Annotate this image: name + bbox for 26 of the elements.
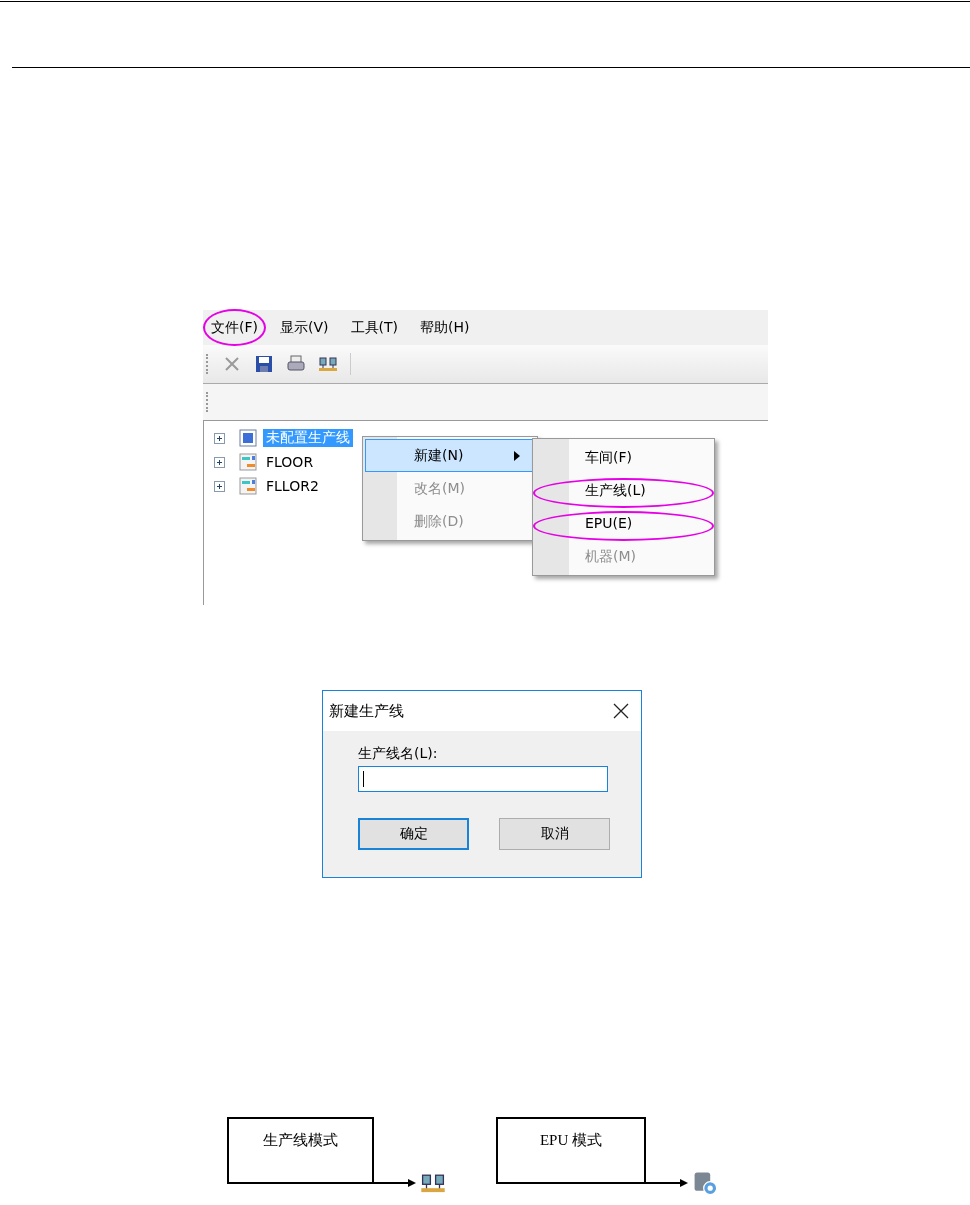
- dialog-button[interactable]: 取消: [499, 818, 610, 850]
- dialog-title: 新建生产线: [329, 701, 404, 721]
- menu-item[interactable]: 文件(F): [211, 318, 258, 337]
- square-icon: [239, 429, 257, 447]
- input-field[interactable]: [358, 766, 608, 792]
- save-icon[interactable]: [254, 354, 274, 374]
- menu-item[interactable]: 工具(T): [350, 318, 398, 337]
- expand-icon[interactable]: [214, 456, 225, 468]
- menu-item[interactable]: 车间(F): [533, 441, 714, 474]
- tree-item[interactable]: FLOOR: [263, 454, 317, 470]
- grid-icon: [239, 453, 257, 471]
- menu-item[interactable]: 显示(V): [280, 318, 329, 337]
- mode-label: 生产线模式: [263, 1131, 338, 1150]
- dialog-button[interactable]: 确定: [358, 818, 469, 850]
- print-icon[interactable]: [286, 354, 306, 374]
- mode-label: EPU 模式: [539, 1131, 603, 1150]
- machine-gear-icon: [692, 1170, 718, 1196]
- tree-item[interactable]: FLLOR2: [263, 478, 322, 494]
- field-label: 生产线名(L):: [358, 745, 439, 763]
- close-icon[interactable]: [613, 703, 629, 719]
- network-icon[interactable]: [318, 354, 338, 374]
- expand-icon[interactable]: [214, 432, 225, 444]
- menu-item[interactable]: 帮助(H): [420, 318, 470, 337]
- expand-icon[interactable]: [214, 480, 225, 492]
- menu-item[interactable]: 新建(N): [365, 439, 535, 472]
- grid-icon: [239, 477, 257, 495]
